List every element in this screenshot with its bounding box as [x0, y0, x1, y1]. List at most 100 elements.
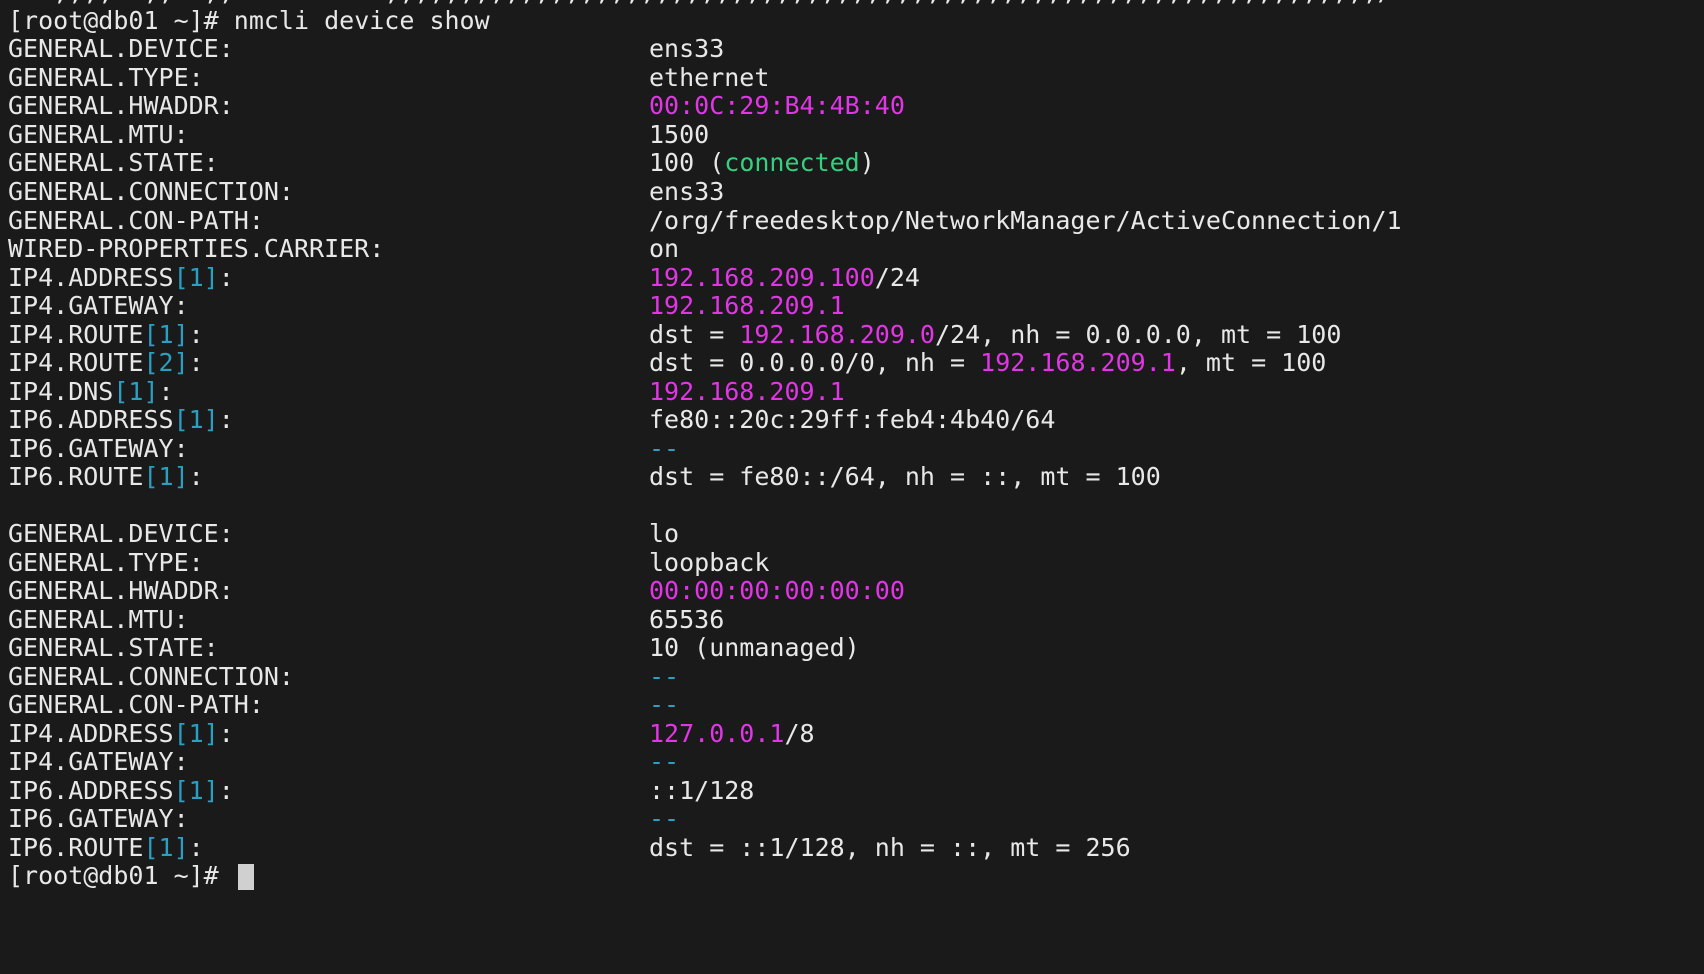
hwaddr-value: 00:00:00:00:00:00 — [649, 576, 905, 605]
property-value: dst = ::1/128, nh = ::, mt = 256 — [649, 833, 1131, 862]
prefix: /24 — [874, 263, 920, 292]
ip-address: 192.168.209.100 — [649, 263, 875, 292]
property-label: IP4.DNS[1]: — [8, 376, 174, 407]
label-colon: : — [218, 405, 234, 434]
command-line: [root@db01 ~]# nmcli device show — [8, 5, 490, 36]
property-label: IP4.ADDRESS[1]: — [8, 718, 234, 749]
label-key: IP4.ADDRESS — [8, 263, 174, 292]
property-value: loopback — [649, 548, 770, 577]
label-index: [1] — [143, 320, 189, 349]
property-value: fe80::20c:29ff:feb4:4b40/64 — [649, 405, 1056, 434]
output-row: GENERAL.CON-PATH: -- — [8, 689, 679, 720]
property-label: GENERAL.CONNECTION: — [8, 177, 294, 206]
command-text: nmcli device show — [233, 6, 490, 35]
property-value: /org/freedesktop/NetworkManager/ActiveCo… — [649, 206, 1402, 235]
property-value: ens33 — [649, 177, 725, 206]
property-label: IP4.ADDRESS[1]: — [8, 262, 234, 293]
empty-value: -- — [649, 804, 680, 833]
property-value: ens33 — [649, 34, 725, 63]
property-label: IP6.GATEWAY: — [8, 804, 189, 833]
hwaddr-value: 00:0C:29:B4:4B:40 — [649, 91, 905, 120]
output-row: WIRED-PROPERTIES.CARRIER: on — [8, 233, 679, 264]
output-row: GENERAL.HWADDR: 00:00:00:00:00:00 — [8, 575, 905, 606]
label-colon: : — [218, 263, 234, 292]
label-key: IP4.ROUTE — [8, 348, 144, 377]
output-row: IP4.GATEWAY: -- — [8, 746, 679, 777]
text-cursor[interactable] — [237, 864, 254, 890]
property-label: GENERAL.DEVICE: — [8, 519, 234, 548]
empty-value: -- — [649, 662, 680, 691]
property-label: GENERAL.CON-PATH: — [8, 690, 264, 719]
prompt-line[interactable]: [root@db01 ~]# — [8, 860, 254, 891]
property-value: 127.0.0.1/8 — [649, 718, 815, 749]
label-key: IP6.ADDRESS — [8, 405, 174, 434]
state-close: ) — [859, 148, 875, 177]
output-row: GENERAL.TYPE: ethernet — [8, 62, 769, 93]
property-label: GENERAL.MTU: — [8, 605, 189, 634]
output-row: GENERAL.TYPE: loopback — [8, 547, 769, 578]
route-part: , mt = 100 — [1175, 348, 1327, 377]
terminal-window[interactable]: ...,,,,..,, ,, ,,,,,,,,,,,,,,,,,,,,,,,,,… — [0, 0, 1704, 974]
empty-value: -- — [649, 747, 680, 776]
output-row: GENERAL.STATE: 10 (unmanaged) — [8, 632, 860, 663]
property-label: IP4.GATEWAY: — [8, 291, 189, 320]
state-connected: connected — [724, 148, 860, 177]
state-value: 10 (unmanaged) — [649, 633, 860, 662]
output-row: IP6.GATEWAY: -- — [8, 803, 679, 834]
label-key: IP6.ROUTE — [8, 833, 144, 862]
property-label: GENERAL.HWADDR: — [8, 576, 234, 605]
label-colon: : — [218, 719, 234, 748]
label-colon: : — [188, 348, 204, 377]
shell-prompt: [root@db01 ~]# — [8, 6, 234, 35]
label-index: [1] — [143, 833, 189, 862]
property-label: GENERAL.MTU: — [8, 120, 189, 149]
route-part: dst = 0.0.0.0/0, nh = — [649, 348, 981, 377]
output-row: GENERAL.CONNECTION: -- — [8, 661, 679, 692]
output-row: GENERAL.DEVICE: ens33 — [8, 33, 724, 64]
route-part: /24, nh = 0.0.0.0, mt = 100 — [934, 320, 1342, 349]
output-row: GENERAL.HWADDR: 00:0C:29:B4:4B:40 — [8, 90, 905, 121]
label-index: [1] — [173, 405, 219, 434]
label-key: IP6.ROUTE — [8, 462, 144, 491]
label-index: [1] — [173, 719, 219, 748]
label-colon: : — [188, 320, 204, 349]
state-code: 100 ( — [649, 148, 725, 177]
state-value: 100 (connected) — [649, 147, 875, 178]
output-row: IP4.ADDRESS[1]: 192.168.209.100/24 — [8, 262, 920, 293]
label-colon: : — [218, 776, 234, 805]
label-key: IP6.ADDRESS — [8, 776, 174, 805]
output-row: IP4.ADDRESS[1]: 127.0.0.1/8 — [8, 718, 815, 749]
property-value: lo — [649, 519, 680, 548]
label-colon: : — [188, 833, 204, 862]
prefix: /8 — [784, 719, 815, 748]
output-row: GENERAL.DEVICE: lo — [8, 518, 679, 549]
property-label: WIRED-PROPERTIES.CARRIER: — [8, 234, 385, 263]
shell-prompt: [root@db01 ~]# — [8, 861, 234, 890]
output-row: IP4.ROUTE[1]: dst = 192.168.209.0/24, nh… — [8, 319, 1341, 350]
property-value: 1500 — [649, 120, 710, 149]
label-key: IP4.DNS — [8, 377, 114, 406]
property-label: GENERAL.STATE: — [8, 633, 219, 662]
property-label: IP6.ROUTE[1]: — [8, 832, 204, 863]
property-label: IP4.ROUTE[2]: — [8, 347, 204, 378]
property-value: 65536 — [649, 605, 725, 634]
property-label: GENERAL.CONNECTION: — [8, 662, 294, 691]
output-row: GENERAL.STATE: 100 (connected) — [8, 147, 875, 178]
output-row: GENERAL.CON-PATH: /org/freedesktop/Netwo… — [8, 205, 1402, 236]
ip-address: 127.0.0.1 — [649, 719, 785, 748]
property-label: IP6.ROUTE[1]: — [8, 461, 204, 492]
label-index: [1] — [173, 263, 219, 292]
property-label: IP6.GATEWAY: — [8, 434, 189, 463]
label-index: [2] — [143, 348, 189, 377]
output-row: IP6.ROUTE[1]: dst = ::1/128, nh = ::, mt… — [8, 832, 1131, 863]
output-row: GENERAL.CONNECTION: ens33 — [8, 176, 724, 207]
output-row: GENERAL.MTU: 1500 — [8, 119, 709, 150]
property-label: IP4.GATEWAY: — [8, 747, 189, 776]
route-part: dst = — [649, 320, 740, 349]
property-value: 192.168.209.100/24 — [649, 262, 920, 293]
label-index: [1] — [113, 377, 159, 406]
property-label: IP6.ADDRESS[1]: — [8, 404, 234, 435]
property-value: ethernet — [649, 63, 770, 92]
output-row: IP6.GATEWAY: -- — [8, 433, 679, 464]
output-row: IP4.GATEWAY: 192.168.209.1 — [8, 290, 845, 321]
